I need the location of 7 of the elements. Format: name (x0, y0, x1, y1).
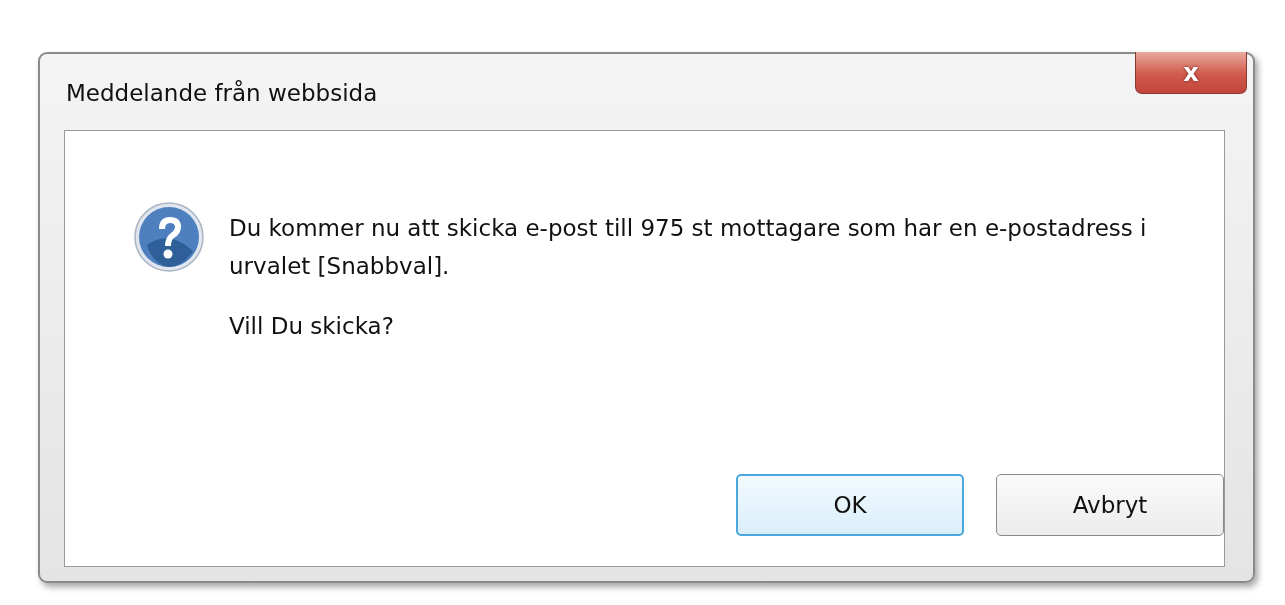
message-text: Du kommer nu att skicka e-post till 975 st mottagare som har en e-postadress i urvalet [Snabbval]. (229, 214, 1148, 281)
window-title: Meddelande från webbsida (66, 80, 378, 106)
close-button[interactable]: x (1135, 52, 1247, 94)
cancel-button[interactable]: Avbryt (996, 474, 1224, 536)
question-text: Vill Du skicka? (229, 313, 395, 339)
question-icon (133, 201, 205, 273)
ok-button[interactable]: OK (736, 474, 964, 536)
